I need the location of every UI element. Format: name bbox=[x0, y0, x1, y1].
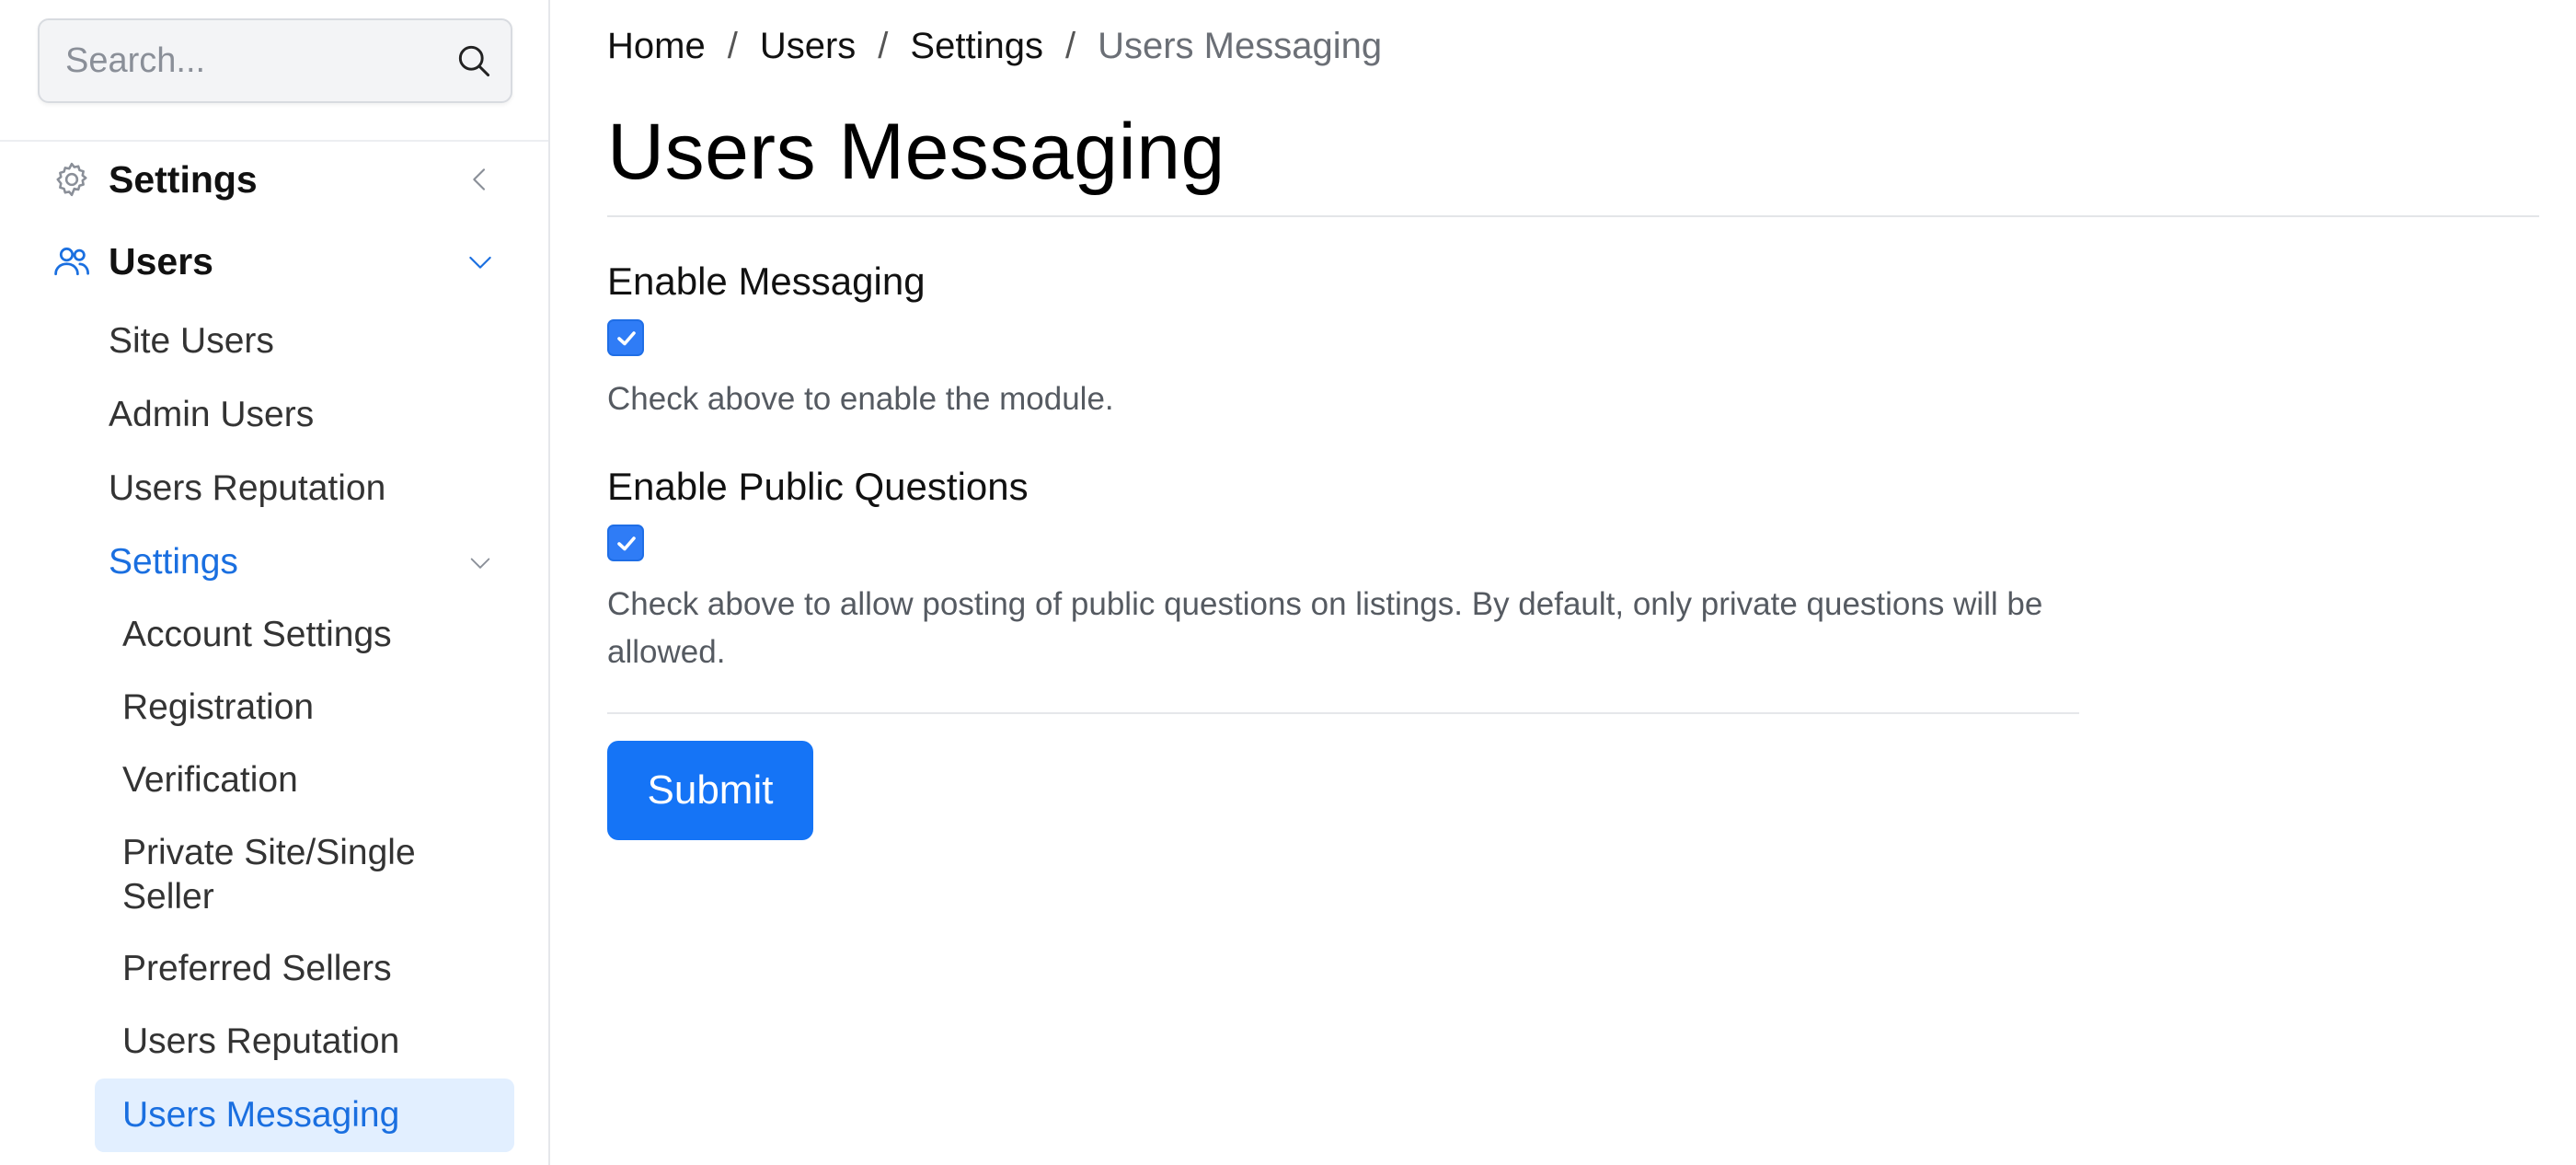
sidebar-item-users-messaging[interactable]: Users Messaging bbox=[122, 1093, 490, 1137]
sidebar-item-preferred-sellers[interactable]: Preferred Sellers bbox=[122, 947, 490, 991]
search-input[interactable] bbox=[65, 20, 452, 101]
sidebar-item-label: Users bbox=[109, 240, 213, 283]
enable-public-questions-checkbox[interactable] bbox=[607, 525, 644, 561]
title-divider bbox=[607, 215, 2539, 217]
sidebar-item-verification[interactable]: Verification bbox=[122, 758, 490, 802]
sidebar-divider bbox=[0, 140, 548, 142]
sidebar: Settings Users bbox=[0, 0, 550, 1165]
chevron-down-icon bbox=[466, 247, 495, 276]
enable-messaging-label: Enable Messaging bbox=[607, 260, 926, 303]
users-icon bbox=[52, 241, 92, 282]
enable-messaging-checkbox[interactable] bbox=[607, 319, 644, 356]
form-divider bbox=[607, 712, 2079, 714]
app: Settings Users bbox=[0, 0, 2576, 1165]
breadcrumb-separator: / bbox=[727, 26, 738, 66]
sidebar-item-label: Settings bbox=[109, 158, 258, 201]
breadcrumb-settings[interactable]: Settings bbox=[910, 26, 1043, 66]
breadcrumb-home[interactable]: Home bbox=[607, 26, 706, 66]
page-title: Users Messaging bbox=[607, 108, 1225, 196]
gear-icon bbox=[52, 159, 92, 200]
chevron-down-icon bbox=[467, 549, 493, 575]
main-content: Home / Users / Settings / Users Messaging User… bbox=[607, 0, 2539, 1165]
chevron-left-icon bbox=[466, 165, 495, 194]
enable-public-questions-help: Check above to allow posting of public q… bbox=[607, 586, 2043, 670]
enable-public-questions-label: Enable Public Questions bbox=[607, 465, 1029, 508]
sidebar-item-settings[interactable]: Settings bbox=[0, 143, 548, 216]
breadcrumb: Home / Users / Settings / Users Messaging bbox=[607, 20, 1382, 72]
sidebar-item-admin-users[interactable]: Admin Users bbox=[109, 393, 314, 437]
search-box bbox=[38, 18, 512, 103]
breadcrumb-users[interactable]: Users bbox=[760, 26, 856, 66]
sidebar-item-users-settings[interactable]: Settings bbox=[109, 540, 238, 584]
breadcrumb-current: Users Messaging bbox=[1098, 26, 1383, 66]
sidebar-item-settings-users-reputation[interactable]: Users Reputation bbox=[122, 1020, 490, 1064]
sidebar-item-site-users[interactable]: Site Users bbox=[109, 319, 274, 363]
sidebar-item-registration[interactable]: Registration bbox=[122, 686, 490, 730]
submit-button[interactable]: Submit bbox=[607, 741, 813, 840]
search-icon[interactable] bbox=[454, 40, 494, 81]
sidebar-item-users-reputation[interactable]: Users Reputation bbox=[109, 467, 385, 511]
sidebar-item-private-site[interactable]: Private Site/Single Seller bbox=[122, 831, 490, 919]
breadcrumb-separator: / bbox=[878, 26, 889, 66]
sidebar-item-users[interactable]: Users bbox=[0, 225, 548, 298]
sidebar-item-account-settings[interactable]: Account Settings bbox=[122, 613, 490, 657]
breadcrumb-separator: / bbox=[1064, 26, 1076, 66]
enable-messaging-help: Check above to enable the module. bbox=[607, 381, 1114, 417]
